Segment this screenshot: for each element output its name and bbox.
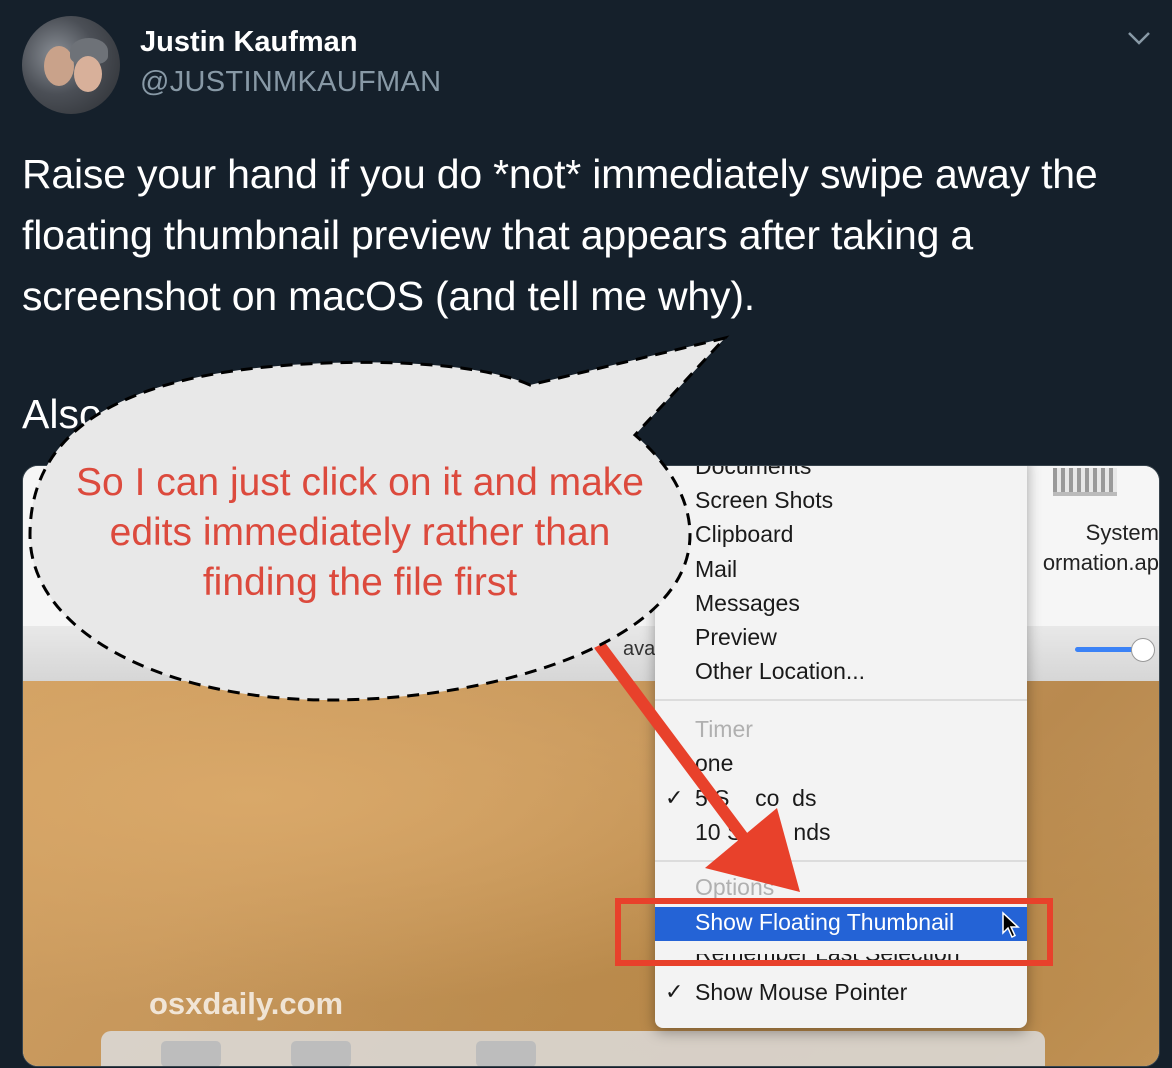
speech-bubble-text: So I can just click on it and make edits… [76, 461, 644, 604]
